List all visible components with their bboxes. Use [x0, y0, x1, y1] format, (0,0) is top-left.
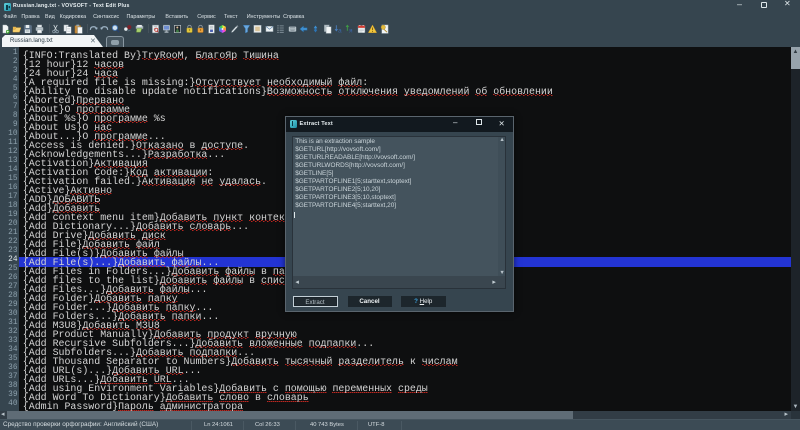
svg-text:я: я — [350, 27, 353, 33]
svg-text:a: a — [338, 27, 342, 33]
